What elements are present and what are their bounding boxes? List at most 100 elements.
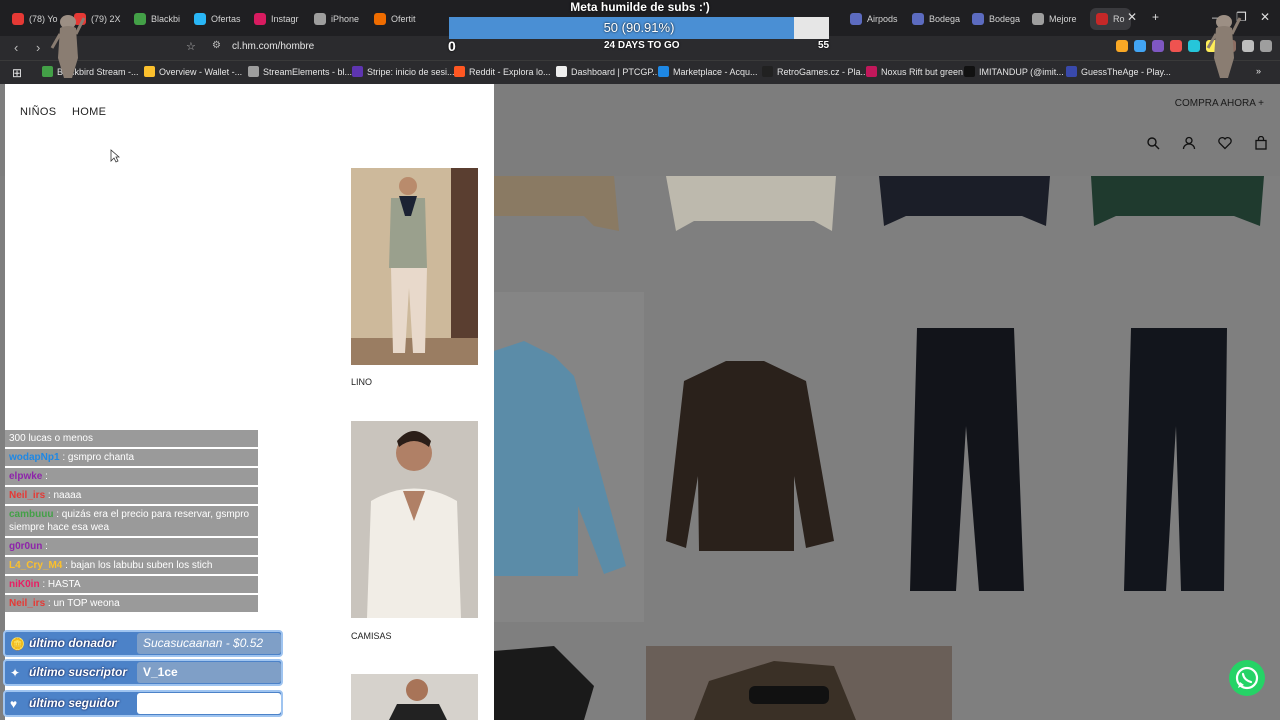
whatsapp-icon <box>1235 666 1259 690</box>
bookmark-item[interactable]: Dashboard | PTCGP... <box>556 66 660 77</box>
browser-tab[interactable]: Bodega <box>912 8 960 30</box>
browser-tab[interactable]: Instagr <box>254 8 299 30</box>
goal-progress-bar: 50 (90.91%) <box>449 17 829 39</box>
chat-username: Neil_irs <box>9 490 46 501</box>
bookmark-item[interactable]: Marketplace - Acqu... <box>658 66 758 77</box>
tab-label: (79) 2X <box>91 14 121 24</box>
bookmark-item[interactable]: Reddit - Explora lo... <box>454 66 551 77</box>
tab-label: Bodega <box>929 14 961 24</box>
tab-label: Airpods <box>867 14 898 24</box>
extension-icon[interactable] <box>1188 40 1200 52</box>
url-field[interactable]: cl.hm.com/hombre <box>232 41 314 52</box>
bookmark-favicon-icon <box>556 66 567 77</box>
extension-icon[interactable] <box>1152 40 1164 52</box>
extension-icon[interactable] <box>1134 40 1146 52</box>
goal-days-left: 24 DAYS TO GO <box>604 40 680 51</box>
chat-text: : bajan los labubu suben los stich <box>65 560 213 571</box>
lino-card-image[interactable] <box>351 168 478 365</box>
close-window-button[interactable]: ✕ <box>1260 10 1270 24</box>
lino-caption[interactable]: LINO <box>351 377 372 387</box>
tab-label: Ofertas <box>211 14 241 24</box>
chat-message: wodapNp1 : gsmpro chanta <box>5 449 258 466</box>
last-follower-value <box>137 693 281 714</box>
tab-label: Ro <box>1113 14 1125 24</box>
bookmark-item[interactable]: Overview - Wallet -... <box>144 66 242 77</box>
browser-tab[interactable]: Ofertas <box>194 8 241 30</box>
bookmark-favicon-icon <box>352 66 363 77</box>
apps-grid-icon[interactable]: ⊞ <box>12 66 22 80</box>
bookmark-label: IMITANDUP (@imit... <box>979 66 1064 77</box>
bookmark-label: RetroGames.cz - Pla... <box>777 66 869 77</box>
tab-favicon-icon <box>134 13 146 25</box>
shopping-bag-icon[interactable] <box>1254 136 1268 150</box>
bookmark-item[interactable]: RetroGames.cz - Pla... <box>762 66 868 77</box>
new-tab-button[interactable]: + <box>1152 10 1159 24</box>
menu-icon[interactable] <box>1260 40 1272 52</box>
bookmark-label: Marketplace - Acqu... <box>673 66 758 77</box>
browser-tab[interactable]: Ro <box>1090 8 1131 30</box>
chat-text: 300 lucas o menos <box>9 433 93 444</box>
bookmark-favicon-icon <box>762 66 773 77</box>
bookmark-favicon-icon <box>248 66 259 77</box>
bookmark-favicon-icon <box>658 66 669 77</box>
extension-icon[interactable] <box>1116 40 1128 52</box>
browser-tab[interactable]: Ofertit <box>374 8 416 30</box>
chat-text: : <box>45 541 48 552</box>
chat-username: Neil_irs <box>9 598 46 609</box>
bookmark-icon[interactable]: ☆ <box>186 40 196 53</box>
bookmark-favicon-icon <box>454 66 465 77</box>
stream-chat: 300 lucas o menos wodapNp1 : gsmpro chant… <box>5 430 258 614</box>
tab-label: Mejore <box>1049 14 1077 24</box>
account-icon[interactable] <box>1182 136 1196 150</box>
menu-item-home[interactable]: HOME <box>72 106 106 118</box>
extensions-toolbar <box>1116 40 1272 52</box>
tab-favicon-icon <box>1096 13 1108 25</box>
tab-favicon-icon <box>850 13 862 25</box>
tab-favicon-icon <box>254 13 266 25</box>
chat-message: L4_Cry_M4 : bajan los labubu suben los s… <box>5 557 258 574</box>
browser-tab[interactable]: Mejore <box>1032 8 1077 30</box>
bookmark-item[interactable]: GuessTheAge - Play... <box>1066 66 1171 77</box>
camisas-card-image[interactable] <box>351 421 478 618</box>
bookmark-item[interactable]: StreamElements - bl... <box>248 66 352 77</box>
menu-item-ninos[interactable]: NIÑOS <box>20 106 56 118</box>
camisas-caption[interactable]: CAMISAS <box>351 631 392 641</box>
product-card-image[interactable] <box>351 674 478 720</box>
browser-tab[interactable]: Bodega <box>972 8 1020 30</box>
site-info-icon[interactable]: ⚙ <box>212 40 221 51</box>
menu-overlay-panel: NIÑOS HOME LINO CAMISAS <box>5 84 494 720</box>
chat-text: : un TOP weona <box>47 598 120 609</box>
last-subscriber-alert: ✦ último suscriptor V_1ce <box>3 659 283 686</box>
compra-ahora-link[interactable]: COMPRA AHORA + <box>1175 98 1264 109</box>
heart-icon[interactable] <box>1218 136 1232 150</box>
last-follower-label: último seguidor <box>29 696 119 710</box>
tab-favicon-icon <box>12 13 24 25</box>
compra-ahora-label: COMPRA AHORA <box>1174 98 1256 109</box>
bookmark-favicon-icon <box>964 66 975 77</box>
forward-icon[interactable]: › <box>36 40 40 55</box>
extension-icon[interactable] <box>1170 40 1182 52</box>
star-icon: ✦ <box>10 666 21 680</box>
last-subscriber-value: V_1ce <box>137 662 281 683</box>
bookmark-item[interactable]: Noxus Rift but green <box>866 66 963 77</box>
search-icon[interactable] <box>1146 136 1160 150</box>
extensions-puzzle-icon[interactable] <box>1242 40 1254 52</box>
back-icon[interactable]: ‹ <box>14 40 18 55</box>
close-tab-icon[interactable]: ✕ <box>1127 10 1137 24</box>
more-bookmarks-icon[interactable]: » <box>1256 66 1261 76</box>
browser-tab[interactable]: Blackbi <box>134 8 180 30</box>
last-donor-alert: 🪙 último donador Sucasucaanan - $0.52 <box>3 630 283 657</box>
heart-icon: ♥ <box>10 697 18 711</box>
bookmark-label: GuessTheAge - Play... <box>1081 66 1171 77</box>
bookmark-item[interactable]: IMITANDUP (@imit... <box>964 66 1064 77</box>
chat-message: 300 lucas o menos <box>5 430 258 447</box>
tab-favicon-icon <box>912 13 924 25</box>
whatsapp-button[interactable] <box>1229 660 1265 696</box>
chat-username: elpwke <box>9 471 43 482</box>
browser-tab[interactable]: Airpods <box>850 8 898 30</box>
chat-message: elpwke : <box>5 468 258 485</box>
bookmark-item[interactable]: Stripe: inicio de sesi... <box>352 66 455 77</box>
bookmark-label: Stripe: inicio de sesi... <box>367 66 455 77</box>
browser-tab[interactable]: iPhone <box>314 8 359 30</box>
tab-favicon-icon <box>374 13 386 25</box>
